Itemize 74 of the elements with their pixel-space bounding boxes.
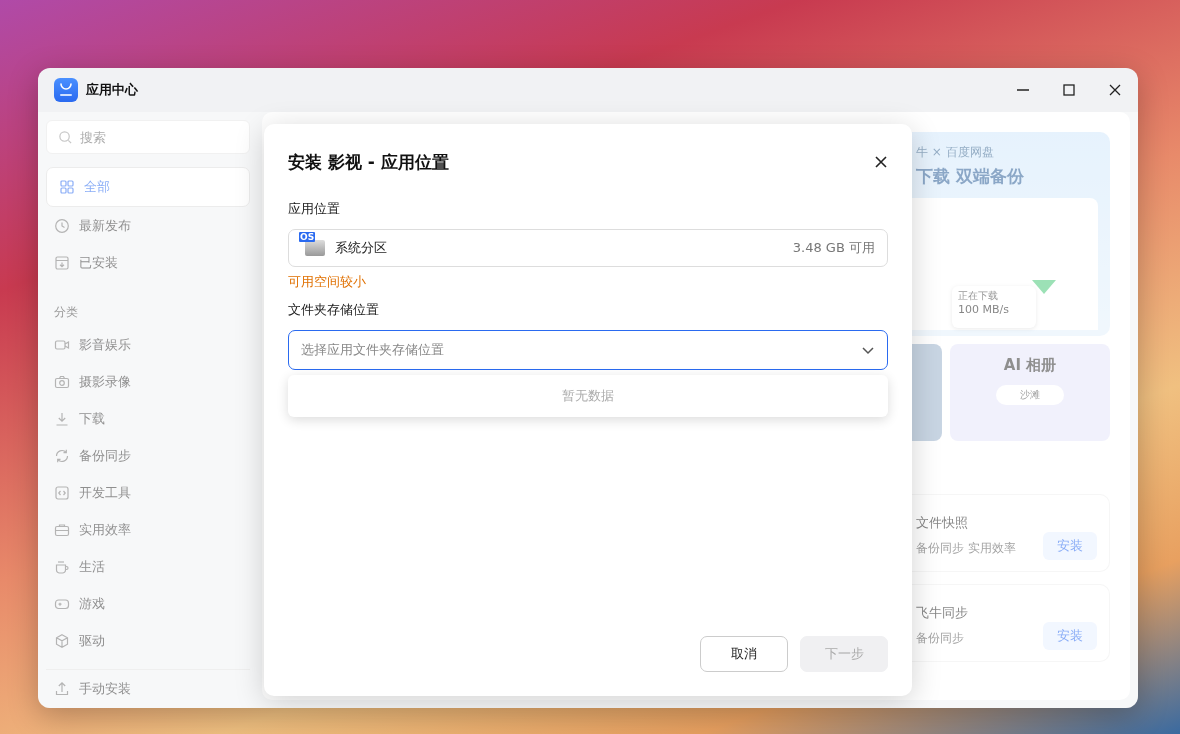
album-search-field: 沙滩 xyxy=(996,385,1064,405)
window-title: 应用中心 xyxy=(86,81,138,99)
folder-select[interactable]: 选择应用文件夹存储位置 xyxy=(288,330,888,370)
sidebar-item-label: 影音娱乐 xyxy=(79,336,131,354)
cube-icon xyxy=(54,633,70,649)
field-label: 应用位置 xyxy=(288,200,341,218)
briefcase-icon xyxy=(54,522,70,538)
location-name: 系统分区 xyxy=(335,239,387,257)
os-badge: OS xyxy=(299,232,316,242)
sidebar-item[interactable]: 生活 xyxy=(46,549,250,585)
sidebar-item-label: 下载 xyxy=(79,410,105,428)
speed-caption: 正在下载 xyxy=(958,289,999,303)
sync-icon xyxy=(54,448,70,464)
store-logo-icon xyxy=(54,78,78,102)
section-title: 分类 xyxy=(53,304,79,321)
cup-icon xyxy=(54,559,70,575)
warning-text: 可用空间较小 xyxy=(288,273,367,291)
sidebar-item[interactable]: 最新发布 xyxy=(46,208,250,244)
search-field[interactable]: 搜索 xyxy=(46,120,250,154)
banner-subtitle: 牛 × 百度网盘 xyxy=(916,144,995,161)
dialog-title: 安装 影视 - 应用位置 xyxy=(288,150,449,174)
speed-value: 100 MB/s xyxy=(958,303,1010,316)
sidebar-item-label: 游戏 xyxy=(79,595,105,613)
app-name: 文件快照 xyxy=(916,513,969,532)
sidebar-item-label: 备份同步 xyxy=(79,447,131,465)
sidebar-item[interactable]: 开发工具 xyxy=(46,475,250,511)
sidebar-item-label: 生活 xyxy=(79,558,105,576)
camera-icon xyxy=(54,374,70,390)
app-card[interactable]: 文件快照 备份同步 实用效率 安装 xyxy=(912,494,1110,572)
empty-text: 暂无数据 xyxy=(562,387,614,405)
maximize-icon[interactable] xyxy=(1062,83,1076,97)
sidebar-item-label: 最新发布 xyxy=(79,217,131,235)
gamepad-icon xyxy=(54,596,70,612)
video-camera-icon xyxy=(54,337,70,353)
album-title: AI 相册 xyxy=(1003,356,1057,375)
banner-title: 下载 双端备份 xyxy=(916,165,1025,188)
sidebar-item-label: 驱动 xyxy=(79,632,105,650)
sidebar-item[interactable]: 驱动 xyxy=(46,623,250,659)
sidebar-item[interactable]: 影音娱乐 xyxy=(46,327,250,363)
sidebar-item-label: 全部 xyxy=(84,178,110,196)
sidebar-item[interactable]: 下载 xyxy=(46,401,250,437)
cancel-button[interactable]: 取消 xyxy=(700,636,788,672)
grid-icon xyxy=(59,179,75,195)
sidebar-item[interactable]: 全部 xyxy=(46,167,250,207)
clock-icon xyxy=(54,218,70,234)
upload-icon xyxy=(54,681,70,697)
sidebar-item[interactable]: 实用效率 xyxy=(46,512,250,548)
app-card[interactable]: 飞牛同步 备份同步 安装 xyxy=(912,584,1110,662)
app-name: 飞牛同步 xyxy=(916,603,969,622)
sidebar-item[interactable]: 已安装 xyxy=(46,245,250,281)
download-icon xyxy=(54,411,70,427)
close-icon[interactable] xyxy=(874,155,888,169)
archive-icon xyxy=(54,255,70,271)
manual-install-label: 手动安装 xyxy=(79,680,131,698)
sidebar-item-label: 已安装 xyxy=(79,254,118,272)
sidebar-item-label: 开发工具 xyxy=(79,484,131,502)
sidebar-item-label: 摄影录像 xyxy=(79,373,131,391)
app-tags: 备份同步 xyxy=(916,629,1043,647)
free-space: 3.48 GB 可用 xyxy=(792,239,875,257)
close-icon[interactable] xyxy=(1108,83,1122,97)
sidebar-item-label: 实用效率 xyxy=(79,521,131,539)
install-button[interactable]: 安装 xyxy=(1043,622,1097,650)
app-tags: 备份同步 实用效率 xyxy=(916,539,1043,557)
select-placeholder: 选择应用文件夹存储位置 xyxy=(301,341,445,359)
sidebar-item[interactable]: 游戏 xyxy=(46,586,250,622)
sidebar-item[interactable]: 备份同步 xyxy=(46,438,250,474)
field-label: 文件夹存储位置 xyxy=(288,301,380,319)
install-button[interactable]: 安装 xyxy=(1043,532,1097,560)
manual-install-item[interactable]: 手动安装 xyxy=(46,669,250,708)
sidebar-item[interactable]: 摄影录像 xyxy=(46,364,250,400)
promo-banner[interactable]: 牛 × 百度网盘 下载 双端备份 正在下载 100 MB/s xyxy=(912,132,1110,336)
code-icon xyxy=(54,485,70,501)
location-field[interactable]: OS 系统分区 3.48 GB 可用 xyxy=(288,229,888,267)
album-tile[interactable]: AI 相册 沙滩 xyxy=(950,344,1110,441)
